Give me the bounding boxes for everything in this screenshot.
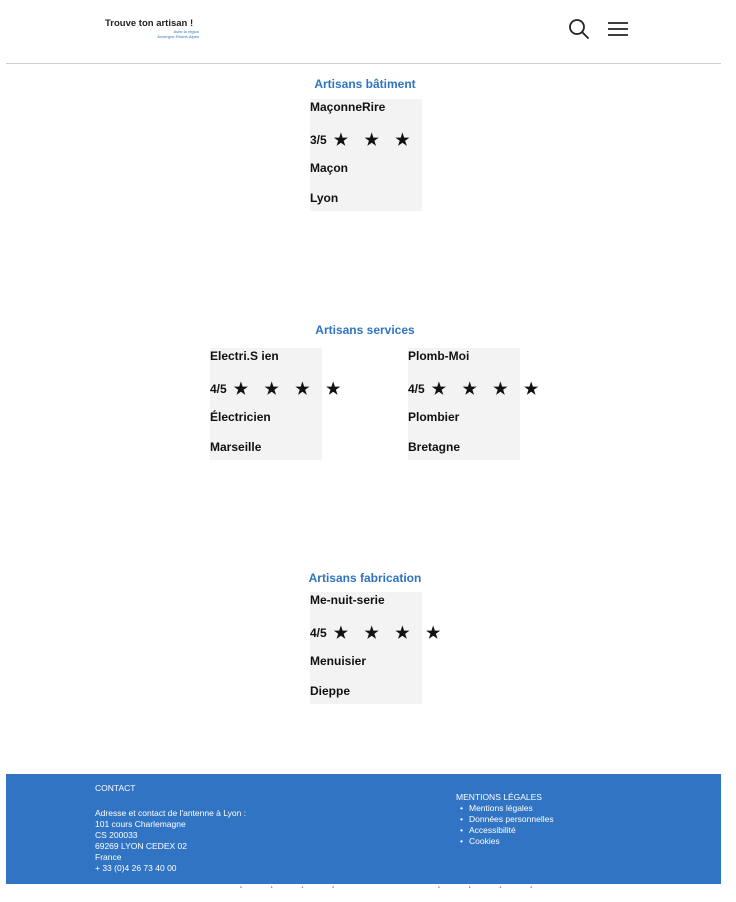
- footer-legal-title: MENTIONS LÉGALES: [456, 792, 542, 802]
- artisan-city: Bretagne: [408, 440, 461, 454]
- link-accessibilite[interactable]: Accessibilité: [460, 825, 554, 836]
- rating-text: 4/5: [210, 382, 227, 396]
- logo-subtitle-line2: Auvergne-Rhône-Alpes: [157, 34, 199, 39]
- address-phone[interactable]: + 33 (0)4 26 73 40 00: [95, 863, 246, 874]
- footer-contact-title: CONTACT: [95, 783, 136, 793]
- artisan-card-electrisien[interactable]: Electri.S ien 4/5 ★ ★ ★ ★ Électricien Mar…: [210, 348, 340, 460]
- site-header: Trouve ton artisan ! Avec la région Auve…: [6, 0, 721, 64]
- link-donnees-personnelles[interactable]: Données personnelles: [460, 814, 554, 825]
- clipped-rating-row: 4/5★ ★ ★ ★: [210, 883, 346, 888]
- section-title-fabrication: Artisans fabrication: [308, 571, 422, 585]
- address-line: 69269 LYON CEDEX 02: [95, 841, 187, 851]
- artisan-card-maconnerire[interactable]: MaçonneRire 3/5 ★ ★ ★ Maçon Lyon: [310, 99, 422, 211]
- artisan-job: Plombier: [408, 410, 460, 424]
- artisan-rating: 3/5 ★ ★ ★: [310, 130, 416, 150]
- rating-text: 3/5: [310, 133, 327, 147]
- star-rating-icon: ★ ★ ★ ★: [431, 381, 545, 398]
- artisan-name: Me-nuit-serie: [310, 593, 385, 607]
- artisan-name: Plomb-Moi: [408, 349, 470, 363]
- site-footer: CONTACT Adresse et contact de l'antenne …: [6, 774, 721, 884]
- artisan-name: MaçonneRire: [310, 100, 386, 114]
- artisan-card-me-nuit-serie[interactable]: Me-nuit-serie 4/5 ★ ★ ★ ★ Menuisier Diepp…: [310, 592, 440, 704]
- artisan-rating: 4/5 ★ ★ ★ ★: [408, 379, 544, 399]
- artisan-rating: 4/5 ★ ★ ★ ★: [310, 623, 446, 643]
- artisan-card-plomb-moi[interactable]: Plomb-Moi 4/5 ★ ★ ★ ★ Plombier Bretagne: [408, 348, 538, 460]
- artisan-job: Menuisier: [310, 654, 367, 668]
- artisan-city: Dieppe: [310, 684, 351, 698]
- footer-legal-links: Mentions légales Données personnelles Ac…: [460, 803, 554, 847]
- artisan-job: Électricien: [210, 410, 271, 424]
- star-rating-icon: ★ ★ ★ ★: [333, 625, 447, 642]
- footer-address: Adresse et contact de l'antenne à Lyon :…: [95, 808, 246, 874]
- star-rating-icon: ★ ★ ★: [333, 132, 416, 149]
- artisan-job: Maçon: [310, 161, 349, 175]
- clipped-rating-row: 4/5★ ★ ★ ★: [408, 883, 544, 888]
- artisan-name: Electri.S ien: [210, 349, 279, 363]
- link-mentions-legales[interactable]: Mentions légales: [460, 803, 554, 814]
- hamburger-menu-icon[interactable]: [606, 17, 630, 41]
- address-line: 101 cours Charlemagne: [95, 819, 186, 829]
- address-line: France: [95, 852, 122, 862]
- section-title-services: Artisans services: [315, 323, 415, 337]
- rating-text: 4/5: [408, 382, 425, 396]
- logo-title: Trouve ton artisan !: [105, 18, 194, 29]
- site-logo[interactable]: Trouve ton artisan ! Avec la région Auve…: [105, 18, 205, 39]
- link-cookies[interactable]: Cookies: [460, 836, 554, 847]
- rating-text: 4/5: [310, 626, 327, 640]
- star-rating-icon: ★ ★ ★ ★: [233, 381, 347, 398]
- artisan-city: Marseille: [210, 440, 262, 454]
- section-title-batiment: Artisans bâtiment: [314, 77, 416, 91]
- address-line: Adresse et contact de l'antenne à Lyon :: [95, 808, 247, 818]
- address-line: CS 200033: [95, 830, 138, 840]
- artisan-city: Lyon: [310, 191, 339, 205]
- search-icon[interactable]: [567, 17, 591, 41]
- artisan-rating: 4/5 ★ ★ ★ ★: [210, 379, 346, 399]
